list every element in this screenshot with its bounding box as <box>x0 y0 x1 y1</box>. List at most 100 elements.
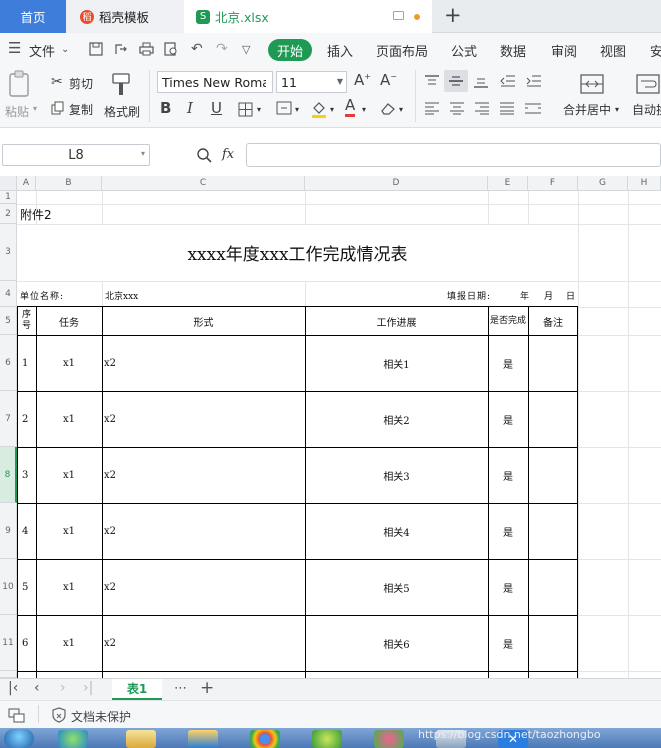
menu-page-layout[interactable]: 页面布局 <box>376 41 428 60</box>
copy-button[interactable]: 复制 <box>69 101 93 118</box>
fill-color-icon[interactable] <box>311 100 327 118</box>
tab-home[interactable]: 首页 <box>0 0 66 33</box>
distribute-icon[interactable] <box>524 101 542 115</box>
media-player-icon[interactable] <box>188 730 218 748</box>
cell-form[interactable]: x2 <box>104 448 304 503</box>
export-icon[interactable] <box>114 42 128 56</box>
increase-indent-icon[interactable] <box>526 74 542 88</box>
merge-cells-icon[interactable] <box>276 101 292 115</box>
row-header-6[interactable]: 6 <box>0 335 17 391</box>
column-header-b[interactable]: B <box>36 176 102 191</box>
format-painter-button[interactable]: 格式刷 <box>104 103 140 120</box>
cell-form[interactable]: x2 <box>104 560 304 615</box>
redo-icon[interactable]: ↷ <box>216 41 228 57</box>
cell-task[interactable]: x1 <box>36 560 102 615</box>
undo-icon[interactable]: ↶ <box>191 41 203 57</box>
bold-icon[interactable]: B <box>160 99 171 117</box>
app-icon[interactable] <box>374 730 404 748</box>
border-icon[interactable] <box>238 102 253 117</box>
spreadsheet-grid[interactable]: A B C D E F G H 1 2 3 4 5 6 7 8 9 10 11 … <box>0 176 661 678</box>
menu-review[interactable]: 审阅 <box>551 41 577 60</box>
font-name-select[interactable]: Times New Roman <box>157 71 273 93</box>
row-header-8[interactable]: 8 <box>0 447 17 503</box>
cell-task[interactable]: x1 <box>36 504 102 559</box>
row-header-2[interactable]: 2 <box>0 204 17 224</box>
align-right-icon[interactable] <box>474 101 490 115</box>
cell-task[interactable]: x1 <box>36 392 102 447</box>
save-icon[interactable] <box>89 42 103 56</box>
cell-no[interactable]: 4 <box>17 504 36 559</box>
cell-progress[interactable]: 相关2 <box>305 392 488 447</box>
tab-docer-templates[interactable]: 稻稻壳模板 <box>66 0 184 33</box>
quick-access-dropdown-icon[interactable]: ▽ <box>242 43 250 56</box>
tab-start[interactable]: 开始 <box>268 39 312 61</box>
cell-task[interactable]: x1 <box>36 448 102 503</box>
cut-button[interactable]: 剪切 <box>69 75 93 92</box>
paste-label[interactable]: 粘贴 <box>5 103 29 120</box>
row-header-3[interactable]: 3 <box>0 224 17 281</box>
align-top-icon[interactable] <box>424 74 440 88</box>
menu-formula[interactable]: 公式 <box>451 41 477 60</box>
cell-task[interactable]: x1 <box>36 616 102 671</box>
chrome-icon[interactable] <box>250 730 280 748</box>
cell-task[interactable]: x1 <box>36 336 102 391</box>
last-sheet-icon[interactable]: ›| <box>83 680 93 696</box>
select-all-corner[interactable] <box>0 176 17 191</box>
browser-icon[interactable] <box>58 730 88 748</box>
cell-progress[interactable]: 相关4 <box>305 504 488 559</box>
cell-form[interactable]: x2 <box>104 504 304 559</box>
column-header-c[interactable]: C <box>102 176 305 191</box>
print-preview-icon[interactable] <box>164 42 178 56</box>
row-header-1[interactable]: 1 <box>0 191 17 204</box>
border-dropdown-icon[interactable]: ▾ <box>257 105 261 114</box>
row-header-4[interactable]: 4 <box>0 281 17 307</box>
column-header-h[interactable]: H <box>628 176 661 191</box>
cell-progress[interactable]: 相关5 <box>305 560 488 615</box>
row-header-10[interactable]: 10 <box>0 559 17 615</box>
menu-file[interactable]: 文件 <box>29 41 55 60</box>
sheet-tab-1[interactable]: 表1 <box>112 679 162 700</box>
column-header-d[interactable]: D <box>305 176 488 191</box>
row-header-12[interactable] <box>0 671 17 678</box>
view-toggle-icon[interactable] <box>8 707 26 723</box>
cell-form[interactable]: x2 <box>104 616 304 671</box>
app-icon[interactable] <box>312 730 342 748</box>
cell-done[interactable]: 是 <box>488 392 528 447</box>
column-header-a[interactable]: A <box>17 176 36 191</box>
cell-no[interactable]: 1 <box>17 336 36 391</box>
column-header-g[interactable]: G <box>578 176 628 191</box>
prev-sheet-icon[interactable]: ‹ <box>34 680 40 696</box>
row-header-11[interactable]: 11 <box>0 615 17 671</box>
align-middle-button[interactable] <box>444 70 468 92</box>
row-header-9[interactable]: 9 <box>0 503 17 559</box>
menu-data[interactable]: 数据 <box>500 41 526 60</box>
formula-input[interactable] <box>246 143 661 167</box>
merge-center-dropdown-icon[interactable]: ▾ <box>615 105 619 114</box>
protect-status[interactable]: 文档未保护 <box>71 708 131 725</box>
justify-icon[interactable] <box>499 101 515 115</box>
folder-icon[interactable] <box>126 730 156 748</box>
fx-icon[interactable]: fx <box>222 147 234 162</box>
cell-done[interactable]: 是 <box>488 616 528 671</box>
underline-icon[interactable]: U <box>211 99 222 117</box>
window-icon[interactable] <box>393 11 404 20</box>
zoom-search-icon[interactable] <box>196 147 212 163</box>
first-sheet-icon[interactable]: |‹ <box>8 680 18 696</box>
fill-dropdown-icon[interactable]: ▾ <box>330 105 334 114</box>
cell-progress[interactable]: 相关1 <box>305 336 488 391</box>
cell-done[interactable]: 是 <box>488 336 528 391</box>
menu-security[interactable]: 安 <box>650 41 661 60</box>
menu-insert[interactable]: 插入 <box>327 41 353 60</box>
font-color-icon[interactable]: A <box>345 97 356 117</box>
italic-icon[interactable]: I <box>187 99 193 117</box>
decrease-font-icon[interactable]: A− <box>380 71 397 89</box>
cell-no[interactable]: 2 <box>17 392 36 447</box>
paste-icon[interactable] <box>8 70 32 98</box>
start-orb-icon[interactable] <box>4 729 34 748</box>
cell-form[interactable]: x2 <box>104 392 304 447</box>
cell-no[interactable]: 6 <box>17 616 36 671</box>
print-icon[interactable] <box>139 42 154 56</box>
merge-center-button[interactable]: 合并居中 <box>563 101 611 118</box>
tab-document[interactable]: S 北京.xlsx <box>184 0 432 33</box>
font-color-dropdown-icon[interactable]: ▾ <box>362 105 366 114</box>
